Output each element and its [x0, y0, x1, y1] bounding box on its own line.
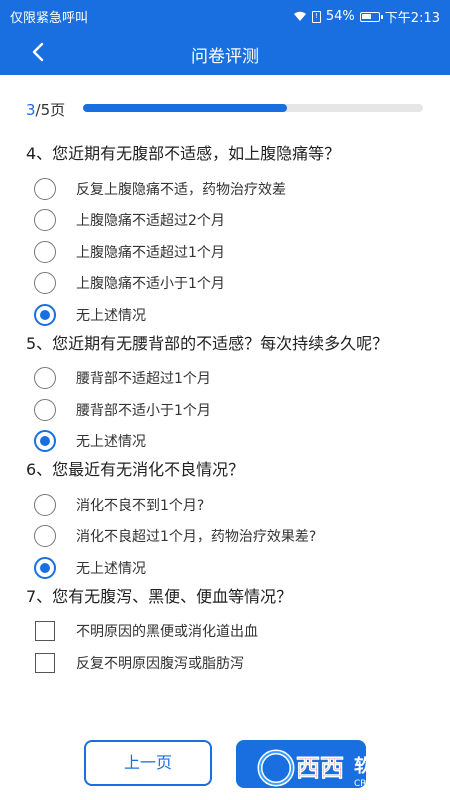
- question-text: 7、您有无腹泻、黑便、便血等情况？: [26, 586, 293, 606]
- prev-page-button[interactable]: 上一页: [84, 740, 212, 786]
- radio-option[interactable]: 腰背部不适小于1个月: [26, 394, 426, 426]
- question-text: 4、您近期有无腹部不适感，如上腹隐痛等？: [26, 144, 341, 163]
- page-title: 问卷评测: [191, 47, 259, 67]
- radio-option[interactable]: 上腹隐痛不适超过1个月: [26, 236, 426, 268]
- svg-text:软件园: 软件园: [354, 755, 408, 777]
- progress-bar-fill: [83, 104, 287, 112]
- radio-option[interactable]: 腰背部不适超过1个月: [26, 363, 426, 395]
- radio-unchecked[interactable]: [34, 367, 56, 390]
- question-block: 4、您近期有无腹部不适感，如上腹隐痛等？ 反复上腹隐痛不适，药物治疗效差 上腹隐痛不…: [26, 143, 426, 331]
- svg-text:CR173.COM: CR173.COM: [354, 779, 408, 789]
- radio-unchecked[interactable]: [34, 493, 56, 516]
- radio-checked[interactable]: [34, 303, 56, 326]
- progress-row: 3/5页: [26, 96, 426, 120]
- clock: 下午2:13: [384, 11, 440, 26]
- radio-option[interactable]: 无上述情况: [26, 552, 426, 584]
- radio-option[interactable]: 上腹隐痛不适小于1个月: [26, 268, 426, 300]
- watermark-logo: 西西 软件园 CR173.COM: [257, 749, 408, 789]
- question-block: 7、您有无腹泻、黑便、便血等情况？ 不明原因的黑便或消化道出血 反复不明原因腹泻或脂…: [26, 586, 426, 679]
- radio-unchecked[interactable]: [34, 398, 56, 421]
- battery-percent: 54%: [325, 9, 355, 24]
- question-block: 5、您近期有无腰背部的不适感？每次持续多久呢？ 腰背部不适超过1个月 腰背部不适小于…: [26, 333, 426, 458]
- option-label: 腰背部不适小于1个月: [76, 402, 211, 419]
- radio-checked[interactable]: [34, 430, 56, 453]
- progress-bar: [83, 104, 423, 112]
- nav-bar: 问卷评测: [0, 30, 450, 75]
- battery-icon: [359, 11, 383, 22]
- radio-checked[interactable]: [34, 556, 56, 579]
- radio-option[interactable]: 无上述情况: [26, 426, 426, 458]
- option-label: 无上述情况: [76, 560, 146, 577]
- option-label: 无上述情况: [76, 307, 146, 324]
- total-pages: /5页: [35, 101, 66, 119]
- question-text: 5、您近期有无腰背部的不适感？每次持续多久呢？: [26, 333, 389, 353]
- option-label: 不明原因的黑便或消化道出血: [76, 624, 258, 641]
- question-block: 6、您最近有无消化不良情况？ 消化不良不到1个月? 消化不良超过1个月，药物治疗效果…: [26, 459, 426, 584]
- wifi-icon: [293, 11, 306, 21]
- checkbox-option[interactable]: 不明原因的黑便或消化道出血: [26, 616, 426, 648]
- checkbox-option[interactable]: 反复不明原因腹泻或脂肪泻: [26, 647, 426, 679]
- option-label: 消化不良不到1个月?: [76, 497, 205, 514]
- carrier-text: 仅限紧急呼叫: [10, 11, 89, 26]
- checkbox[interactable]: [35, 652, 55, 673]
- option-label: 无上述情况: [76, 434, 146, 451]
- questionnaire: 4、您近期有无腹部不适感，如上腹隐痛等？ 反复上腹隐痛不适，药物治疗效差 上腹隐痛不…: [26, 143, 426, 681]
- radio-unchecked[interactable]: [34, 209, 56, 232]
- page-indicator: 3/5页: [26, 99, 65, 120]
- current-page: 3: [26, 101, 36, 119]
- option-label: 上腹隐痛不适小于1个月: [76, 276, 225, 293]
- radio-option[interactable]: 无上述情况: [26, 299, 426, 331]
- radio-unchecked[interactable]: [34, 272, 56, 295]
- status-icons: ! 54% 下午2:13: [293, 7, 440, 26]
- option-label: 上腹隐痛不适超过2个月: [76, 213, 225, 230]
- radio-unchecked[interactable]: [34, 525, 56, 548]
- option-label: 反复不明原因腹泻或脂肪泻: [76, 655, 244, 672]
- radio-option[interactable]: 消化不良超过1个月，药物治疗效果差?: [26, 521, 426, 553]
- checkbox[interactable]: [35, 621, 55, 642]
- radio-option[interactable]: 消化不良不到1个月?: [26, 489, 426, 521]
- radio-option[interactable]: 反复上腹隐痛不适，药物治疗效差: [26, 173, 426, 205]
- svg-text:西西: 西西: [296, 754, 344, 782]
- question-text: 6、您最近有无消化不良情况？: [26, 460, 245, 479]
- option-label: 上腹隐痛不适超过1个月: [76, 244, 225, 261]
- radio-unchecked[interactable]: [34, 240, 56, 263]
- option-label: 反复上腹隐痛不适，药物治疗效差: [76, 181, 286, 198]
- option-label: 消化不良超过1个月，药物治疗效果差?: [76, 529, 317, 546]
- radio-unchecked[interactable]: [34, 177, 56, 200]
- option-label: 腰背部不适超过1个月: [76, 371, 211, 388]
- radio-option[interactable]: 上腹隐痛不适超过2个月: [26, 205, 426, 237]
- status-bar: 仅限紧急呼叫 ! 54% 下午2:13: [0, 0, 450, 30]
- sim-icon: !: [311, 10, 321, 23]
